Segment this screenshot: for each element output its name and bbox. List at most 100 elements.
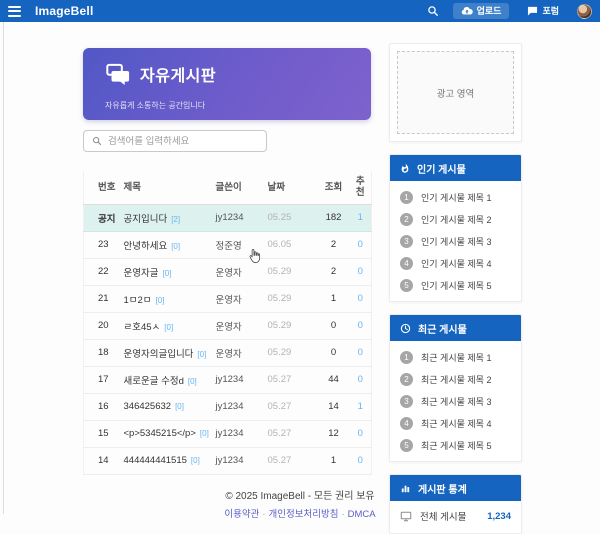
recent-post-item-label: 최근 게시물 제목 2	[421, 373, 491, 386]
footer-links: 이용약관·개인정보처리방침·DMCA	[0, 506, 600, 520]
post-title-cell[interactable]: 444444441515 [0]	[124, 447, 216, 474]
post-title-cell[interactable]: 1ㅁ2ㅁ [0]	[124, 285, 216, 312]
col-views: 조회	[314, 171, 354, 204]
comment-count: [0]	[175, 402, 184, 411]
recent-post-item[interactable]: 4 최근 게시물 제목 4	[390, 412, 521, 434]
table-row[interactable]: 14444444441515[0]jy123405.2710	[84, 447, 372, 474]
brand-logo[interactable]: ImageBell	[35, 4, 94, 18]
post-date: 05.27	[268, 420, 314, 447]
comment-count: [0]	[156, 296, 165, 305]
col-author: 글쓴이	[216, 171, 268, 204]
post-author: 운영자	[216, 258, 268, 285]
post-views: 1	[314, 447, 354, 474]
upload-button[interactable]: 업로드	[453, 3, 510, 19]
forum-chat-icon	[527, 6, 538, 16]
post-title-cell[interactable]: 공지입니다[2]	[124, 204, 216, 231]
rank-badge: 2	[400, 213, 413, 226]
table-row[interactable]: 16346425632[0]jy123405.27141	[84, 393, 372, 420]
recent-post-item[interactable]: 1최근 게시물 제목 1	[390, 346, 521, 368]
popular-post-item[interactable]: 3인기 게시물 제목 3	[390, 230, 521, 252]
board-chat-icon	[105, 62, 131, 86]
table-row[interactable]: 18운영자의글입니다[0]운영자05.2900	[84, 339, 372, 366]
table-row[interactable]: 17새로운글 수정d[0]jy123405.27440	[84, 366, 372, 393]
recent-post-item-label: 최근 게시물 제목 4	[421, 417, 491, 430]
table-row[interactable]: 23안녕하세요[0]정준영06.0520	[84, 231, 372, 258]
popular-post-item[interactable]: 4인기 게시물 제목 4	[390, 252, 521, 274]
post-title-cell[interactable]: 운영자의글입니다[0]	[124, 339, 216, 366]
post-title-cell[interactable]: 346425632[0]	[124, 393, 216, 420]
post-likes: 0	[354, 285, 372, 312]
rank-badge: 4	[400, 417, 413, 430]
post-likes: 0	[354, 420, 372, 447]
copyright-text: © 2025 ImageBell - 모든 권리 보유	[0, 487, 600, 502]
clock-icon	[400, 323, 411, 334]
table-row[interactable]: 20ㄹ호45ㅅ[0]운영자05.2900	[84, 312, 372, 339]
popular-post-item[interactable]: 5인기 게시물 제목 5	[390, 274, 521, 296]
post-author: 운영자	[216, 285, 268, 312]
col-date: 날짜	[268, 171, 314, 204]
post-views: 182	[314, 204, 354, 231]
comment-count: [0]	[191, 456, 200, 465]
post-author: jy1234	[216, 447, 268, 474]
recent-post-item[interactable]: 5최근 게시물 제목 5	[390, 434, 521, 456]
table-row[interactable]: 15<p>5345215</p>[0]jy123405.27120	[84, 420, 372, 447]
post-title[interactable]: 운영자글	[124, 268, 159, 279]
post-number: 22	[84, 258, 124, 285]
post-likes: 0	[354, 258, 372, 285]
avatar[interactable]	[577, 4, 592, 19]
footer-link[interactable]: 개인정보처리방침	[269, 509, 339, 520]
footer-link[interactable]: DMCA	[348, 509, 376, 520]
post-date: 05.29	[268, 312, 314, 339]
post-title[interactable]: ㄹ호45ㅅ	[124, 322, 161, 333]
comment-count: [0]	[162, 269, 171, 278]
post-title-cell[interactable]: <p>5345215</p>[0]	[124, 420, 216, 447]
popular-post-item-label: 인기 게시물 제목 4	[421, 257, 491, 270]
top-navbar: ImageBell 업로드 포럼	[0, 0, 600, 22]
post-title[interactable]: 1ㅁ2ㅁ	[124, 295, 152, 306]
post-title[interactable]: 새로운글 수정d	[124, 376, 184, 387]
rank-badge: 5	[400, 279, 413, 292]
post-date: 06.05	[268, 231, 314, 258]
post-views: 2	[314, 231, 354, 258]
post-title-cell[interactable]: 운영자글[0]	[124, 258, 216, 285]
post-title-cell[interactable]: 새로운글 수정d[0]	[124, 366, 216, 393]
post-title[interactable]: 운영자의글입니다	[124, 349, 194, 360]
post-views: 14	[314, 393, 354, 420]
recent-post-item[interactable]: 2최근 게시물 제목 2	[390, 368, 521, 390]
post-date: 05.29	[268, 339, 314, 366]
post-title[interactable]: 안녕하세요	[124, 241, 168, 252]
popular-post-item[interactable]: 2인기 게시물 제목 2	[390, 208, 521, 230]
table-row[interactable]: 22운영자글[0]운영자05.2920	[84, 258, 372, 285]
search-input[interactable]	[108, 136, 258, 147]
post-number: 18	[84, 339, 124, 366]
popular-posts-list: 1인기 게시물 제목 12인기 게시물 제목 23인기 게시물 제목 34인기 …	[390, 181, 521, 301]
table-row[interactable]: 211ㅁ2ㅁ[0]운영자05.2910	[84, 285, 372, 312]
rank-badge: 1	[400, 191, 413, 204]
post-views: 1	[314, 285, 354, 312]
post-title[interactable]: 공지입니다	[124, 214, 168, 225]
post-likes: 0	[354, 339, 372, 366]
post-title[interactable]: 346425632	[124, 401, 172, 412]
menu-icon[interactable]	[8, 4, 21, 19]
footer-link[interactable]: 이용약관	[224, 509, 259, 520]
search-icon[interactable]	[423, 5, 443, 17]
post-title[interactable]: 444444441515	[124, 455, 187, 466]
post-title-cell[interactable]: ㄹ호45ㅅ[0]	[124, 312, 216, 339]
comment-count: [0]	[197, 350, 206, 359]
table-row-notice[interactable]: 공지공지입니다[2]jy123405.251821	[84, 204, 372, 231]
forum-button[interactable]: 포럼	[519, 3, 567, 19]
post-date: 05.27	[268, 393, 314, 420]
rank-badge: 5	[400, 439, 413, 452]
recent-post-item-label: 최근 게시물 제목 1	[421, 351, 491, 364]
recent-posts-card: 최근 게시물 1최근 게시물 제목 12최근 게시물 제목 23최근 게시물 제…	[389, 314, 522, 462]
col-likes: 추천	[354, 171, 372, 204]
post-views: 12	[314, 420, 354, 447]
post-number: 21	[84, 285, 124, 312]
post-title-cell[interactable]: 안녕하세요[0]	[124, 231, 216, 258]
rank-badge: 3	[400, 395, 413, 408]
post-author: jy1234	[216, 393, 268, 420]
post-number: 16	[84, 393, 124, 420]
recent-post-item[interactable]: 3최근 게시물 제목 3	[390, 390, 521, 412]
post-title[interactable]: <p>5345215</p>	[124, 428, 196, 439]
popular-post-item[interactable]: 1인기 게시물 제목 1	[390, 186, 521, 208]
